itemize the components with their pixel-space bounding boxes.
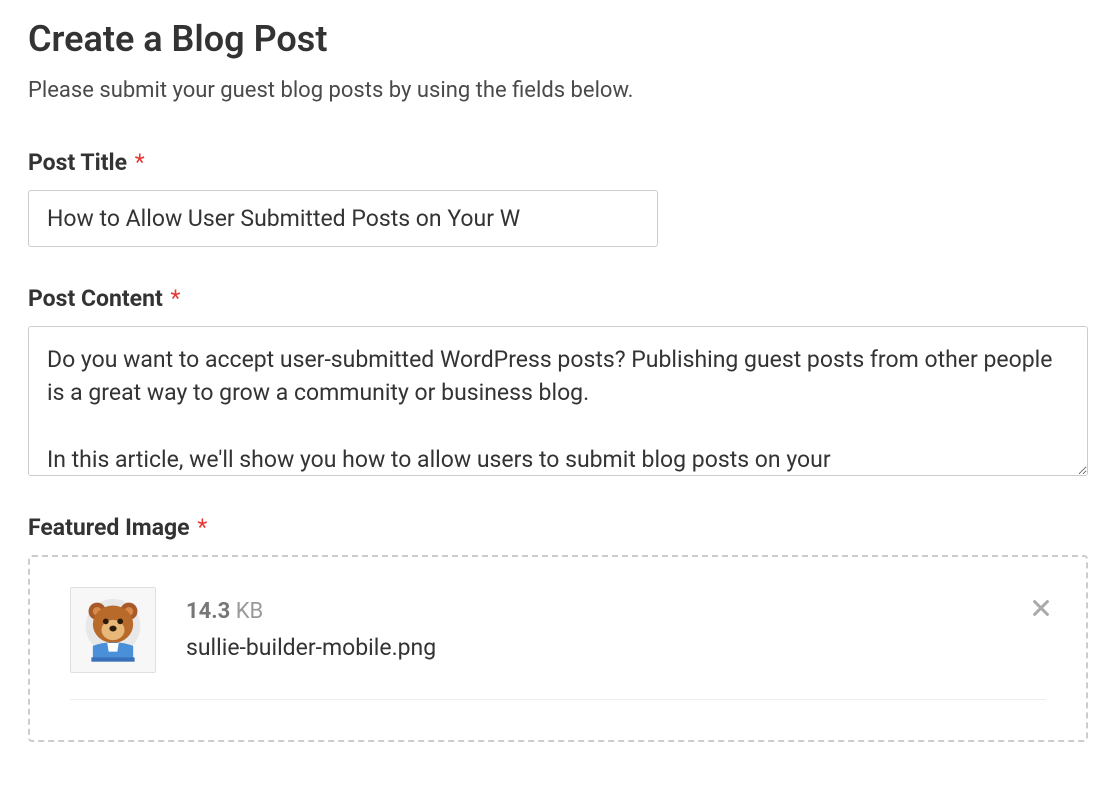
form-title: Create a Blog Post [28, 18, 1088, 60]
close-icon [1030, 597, 1052, 619]
form-description: Please submit your guest blog posts by u… [28, 78, 1088, 103]
file-size-number: 14.3 [186, 599, 230, 624]
required-mark: * [197, 514, 207, 541]
file-name: sullie-builder-mobile.png [186, 634, 436, 661]
remove-file-button[interactable] [1028, 595, 1054, 621]
featured-image-field: Featured Image * [28, 514, 1088, 742]
required-mark: * [135, 149, 145, 176]
label-text: Post Title [28, 149, 127, 176]
required-mark: * [171, 285, 181, 312]
post-content-field: Post Content * Do you want to accept use… [28, 285, 1088, 476]
file-meta: 14.3 KB sullie-builder-mobile.png [186, 599, 436, 661]
post-title-label: Post Title * [28, 149, 145, 176]
uploaded-file-row: 14.3 KB sullie-builder-mobile.png [70, 587, 1046, 700]
file-thumbnail [70, 587, 156, 673]
post-title-input[interactable] [28, 190, 658, 247]
featured-image-label: Featured Image * [28, 514, 207, 541]
label-text: Featured Image [28, 514, 190, 541]
file-size-unit: KB [236, 599, 264, 624]
post-content-label: Post Content * [28, 285, 180, 312]
file-size: 14.3 KB [186, 599, 436, 624]
post-title-field: Post Title * [28, 149, 1088, 247]
post-content-input[interactable]: Do you want to accept user-submitted Wor… [28, 326, 1088, 476]
bear-avatar-icon [77, 594, 149, 666]
upload-dropzone[interactable]: 14.3 KB sullie-builder-mobile.png [28, 555, 1088, 742]
label-text: Post Content [28, 285, 163, 312]
